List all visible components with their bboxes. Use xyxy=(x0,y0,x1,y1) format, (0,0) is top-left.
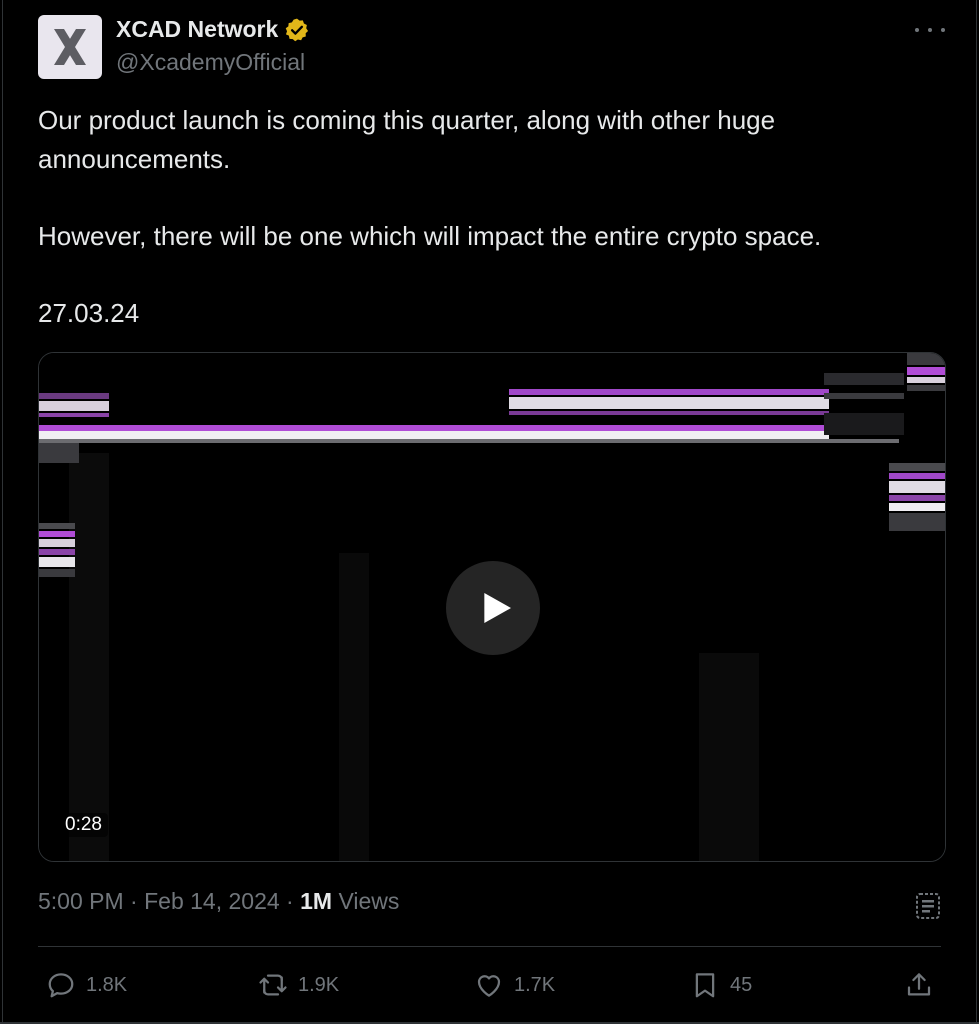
actions-divider xyxy=(38,946,941,947)
left-border xyxy=(2,0,3,1024)
right-border xyxy=(976,0,977,1024)
reply-button[interactable]: 1.8K xyxy=(46,962,127,1008)
views-label: Views xyxy=(332,888,400,914)
bookmark-icon xyxy=(695,973,715,998)
video-player[interactable]: 0:28 xyxy=(38,352,946,862)
like-button[interactable]: 1.7K xyxy=(474,962,555,1008)
views-count: 1M xyxy=(300,888,333,914)
analytics-icon[interactable] xyxy=(915,890,943,920)
meta-separator: · xyxy=(123,888,145,914)
like-count: 1.7K xyxy=(514,973,556,996)
tweet-card: XCAD Network @XcademyOfficial Our produc… xyxy=(0,0,979,1024)
meta-separator-2: · xyxy=(279,888,301,914)
repost-icon xyxy=(259,974,287,996)
share-button[interactable] xyxy=(904,962,934,1008)
repost-button[interactable]: 1.9K xyxy=(258,962,339,1008)
author-handle[interactable]: @XcademyOfficial xyxy=(116,49,305,76)
play-icon xyxy=(484,593,511,623)
tweet-time[interactable]: 5:00 PM xyxy=(38,888,124,914)
play-button[interactable] xyxy=(446,561,540,655)
avatar[interactable] xyxy=(38,15,102,79)
share-icon xyxy=(907,973,931,996)
video-duration: 0:28 xyxy=(59,813,108,837)
author-name-text[interactable]: XCAD Network xyxy=(116,16,278,43)
tweet-date[interactable]: Feb 14, 2024 xyxy=(144,888,280,914)
tweet-text: Our product launch is coming this quarte… xyxy=(38,105,822,328)
heart-icon xyxy=(477,975,501,997)
tweet-meta: 5:00 PM · Feb 14, 2024 · 1M Views xyxy=(38,888,399,915)
author-display-name[interactable]: XCAD Network xyxy=(116,16,310,43)
bookmark-count: 45 xyxy=(730,973,753,996)
bookmark-button[interactable]: 45 xyxy=(690,962,752,1008)
tweet-actions-bar: 1.8K 1.9K 1.7K 45 xyxy=(0,962,979,1008)
xcad-logo-icon xyxy=(54,29,86,65)
repost-count: 1.9K xyxy=(298,973,340,996)
reply-icon xyxy=(48,973,74,998)
reply-count: 1.8K xyxy=(86,973,128,996)
verified-badge-icon[interactable] xyxy=(284,17,310,43)
more-options-icon[interactable] xyxy=(915,20,945,40)
